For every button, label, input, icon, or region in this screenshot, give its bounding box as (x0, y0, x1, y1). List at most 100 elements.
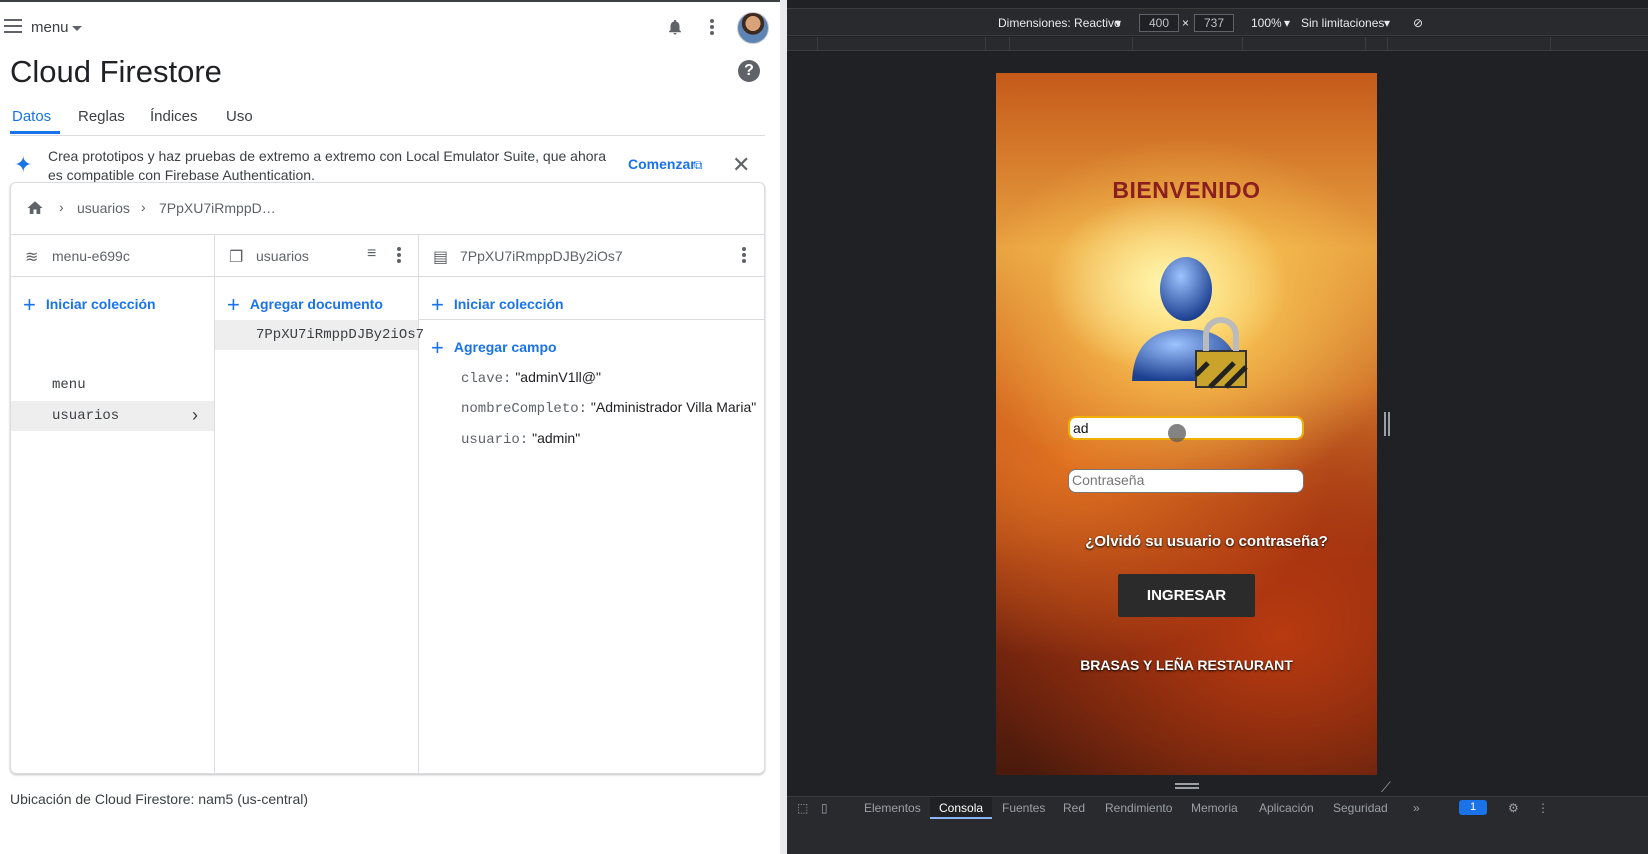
emulated-viewport: BIENVENIDO ad Contraseña ¿Olvidó su usua… (996, 73, 1377, 775)
caret-down-icon: ▾ (1384, 16, 1391, 30)
open-in-new-icon[interactable]: ⧉ (694, 158, 703, 173)
gear-icon[interactable]: ⚙ (1508, 801, 1519, 815)
user-avatar[interactable] (737, 12, 769, 44)
window-divider[interactable] (780, 0, 787, 854)
close-banner-icon[interactable]: ✕ (732, 152, 750, 178)
chevron-right-icon: › (59, 199, 64, 215)
more-options-icon[interactable] (710, 19, 714, 37)
add-field-button[interactable]: + Agregar campo (431, 332, 557, 360)
field-row[interactable]: clave: "adminV1ll@" (461, 369, 601, 387)
tab-fuentes[interactable]: Fuentes (1002, 801, 1045, 815)
chevron-down-icon[interactable] (72, 26, 82, 31)
top-app-bar: menu (0, 12, 780, 44)
add-document-button[interactable]: + Agregar documento (227, 289, 383, 317)
tab-uso[interactable]: Uso (226, 108, 253, 125)
rotate-icon[interactable]: ⊘ (1413, 16, 1423, 30)
active-tab-indicator (10, 131, 60, 134)
tab-consola[interactable]: Consola (930, 797, 993, 819)
resize-handle-right[interactable] (1384, 412, 1390, 436)
chevron-right-icon: › (141, 199, 146, 215)
caret-down-icon: ▾ (1115, 16, 1122, 30)
tab-reglas[interactable]: Reglas (78, 108, 125, 125)
column-header: ❐ usuarios ≡ (215, 235, 418, 277)
breadcrumb: › usuarios › 7PpXU7iRmppD… (11, 183, 764, 235)
caret-down-icon: ▾ (1284, 16, 1291, 30)
document-item[interactable]: 7PpXU7iRmppDJBy2iOs7 (215, 320, 424, 350)
document-icon: ▤ (433, 249, 449, 266)
breadcrumb-document[interactable]: 7PpXU7iRmppD… (159, 200, 276, 216)
times-icon: × (1182, 16, 1190, 30)
width-input[interactable]: 400 (1139, 14, 1179, 32)
inspect-icon[interactable]: ⬚ (797, 801, 808, 815)
throttle-select[interactable]: Sin limitaciones (1301, 16, 1384, 30)
start-subcollection-button[interactable]: + Iniciar colección (431, 289, 564, 317)
firestore-icon: ≋ (25, 249, 39, 266)
divider (419, 319, 764, 320)
document-title: 7PpXU7iRmppDJBy2iOs7 (460, 248, 623, 264)
zoom-select[interactable]: 100% (1251, 16, 1282, 30)
more-tabs-icon[interactable]: » (1413, 801, 1420, 815)
collection-column: ❐ usuarios ≡ + Agregar documento 7PpXU7iR… (215, 235, 424, 773)
resize-corner-icon[interactable]: ⟋ (1381, 779, 1391, 796)
height-input[interactable]: 737 (1194, 14, 1234, 32)
sparkle-icon: ✦ (14, 152, 33, 177)
plus-icon: + (227, 292, 240, 317)
dimensions-select[interactable]: Dimensiones: Reactivo (998, 16, 1121, 30)
username-input[interactable]: ad (1068, 416, 1304, 440)
login-button[interactable]: INGRESAR (1118, 574, 1255, 617)
home-icon[interactable] (25, 199, 45, 217)
resize-handle-bottom[interactable] (1175, 783, 1199, 789)
emulator-banner: ✦ Crea prototipos y haz pruebas de extre… (10, 146, 765, 186)
devtools-drawer: ⬚ ▯ Elementos Consola Fuentes Red Rendim… (787, 796, 1648, 854)
tab-bar: Datos Reglas Índices Uso (10, 106, 765, 136)
tab-seguridad[interactable]: Seguridad (1333, 801, 1388, 815)
media-query-ruler (787, 37, 1648, 51)
more-options-icon[interactable] (397, 247, 401, 265)
touch-cursor (1168, 424, 1186, 442)
welcome-heading: BIENVENIDO (1112, 177, 1261, 203)
tab-memoria[interactable]: Memoria (1191, 801, 1238, 815)
collection-item-menu[interactable]: menu (11, 370, 214, 400)
banner-text: Crea prototipos y haz pruebas de extremo… (48, 148, 606, 183)
forgot-password-link[interactable]: ¿Olvidó su usuario o contraseña? (996, 533, 1377, 550)
field-row[interactable]: nombreCompleto: "Administrador Villa Mar… (461, 399, 756, 417)
tab-aplicacion[interactable]: Aplicación (1259, 801, 1314, 815)
comenzar-link[interactable]: Comenzar (628, 156, 696, 172)
filter-icon[interactable]: ≡ (367, 245, 376, 263)
tab-red[interactable]: Red (1063, 801, 1085, 815)
hamburger-menu-icon[interactable] (4, 19, 22, 33)
field-row[interactable]: usuario: "admin" (461, 430, 580, 448)
tab-rendimiento[interactable]: Rendimiento (1105, 801, 1172, 815)
issues-badge[interactable]: 1 (1459, 800, 1487, 815)
device-toggle-icon[interactable]: ▯ (821, 801, 828, 815)
device-toolbar: Dimensiones: Reactivo ▾ 400 × 737 100% ▾… (787, 8, 1648, 36)
password-input[interactable]: Contraseña (1068, 469, 1304, 493)
document-column: ▤ 7PpXU7iRmppDJBy2iOs7 + Iniciar colecció… (419, 235, 764, 773)
plus-icon: + (23, 292, 36, 317)
breadcrumb-usuarios[interactable]: usuarios (77, 200, 130, 216)
chevron-right-icon: › (192, 405, 198, 425)
firebase-console: menu Cloud Firestore ? Datos Reglas Índi… (0, 0, 780, 854)
user-lock-icon (1132, 257, 1248, 389)
notifications-bell-icon[interactable] (666, 17, 684, 37)
collection-icon: ❐ (229, 249, 244, 266)
more-options-icon[interactable]: ⋮ (1537, 801, 1549, 815)
tab-elementos[interactable]: Elementos (864, 801, 921, 815)
start-collection-button[interactable]: + Iniciar colección (23, 289, 156, 317)
tab-datos[interactable]: Datos (12, 108, 51, 125)
firestore-location: Ubicación de Cloud Firestore: nam5 (us-c… (10, 791, 309, 807)
plus-icon: + (431, 335, 444, 360)
more-options-icon[interactable] (742, 247, 746, 265)
column-header: ▤ 7PpXU7iRmppDJBy2iOs7 (419, 235, 764, 277)
restaurant-name: BRASAS Y LEÑA RESTAURANT (1080, 657, 1293, 673)
collection-title: usuarios (256, 248, 309, 264)
project-selector[interactable]: menu (31, 19, 69, 36)
help-icon[interactable]: ? (738, 60, 760, 82)
column-header: ≋ menu-e699c (11, 235, 214, 277)
project-id: menu-e699c (52, 248, 130, 264)
page-title: Cloud Firestore (10, 54, 222, 89)
tab-indices[interactable]: Índices (150, 108, 198, 125)
devtools-device-mode: Dimensiones: Reactivo ▾ 400 × 737 100% ▾… (787, 0, 1648, 854)
collection-item-usuarios[interactable]: usuarios › (11, 401, 214, 431)
project-column: ≋ menu-e699c + Iniciar colección menu usu… (11, 235, 215, 773)
